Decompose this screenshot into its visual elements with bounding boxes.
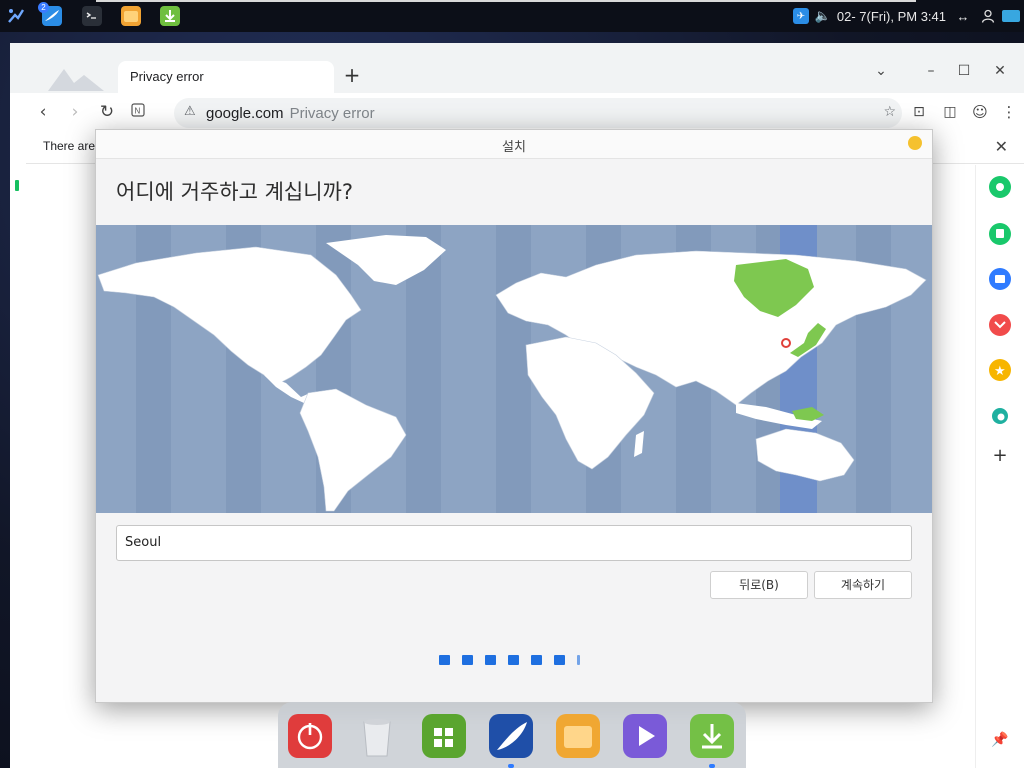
back-button-label: 뒤로(B)	[739, 578, 779, 592]
installer-dialog: 설치 어디에 거주하고 계십니까? Seoul 뒤로(B) 계속하기	[95, 129, 933, 703]
sidebar-edge-icon[interactable]	[989, 405, 1011, 427]
selected-location-marker[interactable]	[781, 338, 791, 348]
user-icon[interactable]	[980, 8, 996, 24]
system-tray: ✈ 🔈 02- 7(Fri), PM 3:41 ↔	[792, 0, 1024, 32]
clock[interactable]: 02- 7(Fri), PM 3:41	[837, 9, 946, 24]
sidebar-notes-icon[interactable]	[989, 223, 1011, 245]
page-heading: 어디에 거주하고 계십니까?	[116, 180, 354, 204]
sidebar-add-icon[interactable]: +	[989, 445, 1011, 467]
step-dot	[462, 655, 473, 665]
island-madagascar	[634, 431, 644, 457]
page-marker	[15, 180, 19, 191]
sidebar-record-icon[interactable]	[989, 176, 1011, 198]
sidebar-toggle-icon[interactable]: ◫	[939, 101, 961, 123]
continue-button-label: 계속하기	[840, 578, 886, 592]
pin-icon[interactable]: 📌	[989, 729, 1011, 751]
address-bar[interactable]: ⚠ google.com Privacy error ☆	[174, 98, 902, 128]
tab-strip: Privacy error + ⌄ – ☐ ✕	[10, 43, 1024, 95]
back-button[interactable]: 뒤로(B)	[710, 571, 808, 599]
bird-logo-icon	[48, 69, 104, 91]
svg-text:★: ★	[994, 364, 1006, 379]
step-dot	[531, 655, 542, 665]
power-icon[interactable]	[288, 714, 332, 758]
dialog-status-dot[interactable]	[908, 136, 922, 150]
browser-sidebar: ★ + 📌	[975, 165, 1024, 768]
dock	[278, 702, 746, 768]
reload-icon[interactable]: ↻	[96, 101, 118, 123]
close-icon[interactable]: ✕	[995, 137, 1008, 156]
continent-south-america	[299, 388, 407, 512]
continue-button[interactable]: 계속하기	[814, 571, 912, 599]
top-panel: 2 ✈ 🔈 02- 7(Fri), PM 3:41 ↔	[0, 0, 1024, 32]
back-arrow-icon[interactable]: ‹	[32, 101, 54, 123]
timezone-map[interactable]	[96, 225, 932, 513]
tab-title: Privacy error	[130, 69, 204, 84]
volume-icon[interactable]: 🔈	[815, 8, 831, 24]
file-manager-icon[interactable]	[556, 714, 600, 758]
tab-search-icon[interactable]: ⌄	[871, 61, 891, 81]
new-tab-button[interactable]: +	[342, 65, 362, 85]
file-manager-icon[interactable]	[121, 6, 141, 26]
close-window-button[interactable]: ✕	[990, 61, 1010, 81]
timezone-field[interactable]	[117, 526, 913, 558]
network-icon[interactable]: ✈	[792, 8, 809, 24]
sidebar-favorites-icon[interactable]: ★	[989, 359, 1011, 381]
browser-icon[interactable]	[489, 714, 533, 758]
url-host: google.com	[206, 105, 284, 122]
forward-arrow-icon[interactable]: ›	[64, 101, 86, 123]
url-status: Privacy error	[289, 105, 375, 122]
maximize-button[interactable]: ☐	[954, 61, 974, 81]
dialog-titlebar: 설치	[96, 130, 932, 159]
info-bar-text: There are	[43, 139, 96, 153]
menu-icon[interactable]: ⋮	[998, 101, 1020, 123]
step-indicator	[439, 655, 580, 665]
tab-privacy-error[interactable]: Privacy error	[118, 61, 334, 95]
running-indicator	[508, 764, 514, 768]
screenshot-icon[interactable]: ⊡	[908, 101, 930, 123]
video-player-icon[interactable]	[623, 714, 667, 758]
installer-icon[interactable]	[690, 714, 734, 758]
warning-icon[interactable]: ⚠	[184, 104, 196, 119]
running-indicator	[709, 764, 715, 768]
sidebar-pocket-icon[interactable]	[989, 314, 1011, 336]
step-dot	[439, 655, 450, 665]
trash-icon[interactable]	[355, 714, 399, 758]
installer-icon[interactable]	[160, 6, 180, 26]
desktop-icon[interactable]	[1002, 10, 1020, 22]
resize-icon[interactable]: ↔	[952, 8, 974, 24]
satellite-app-icon[interactable]	[6, 6, 26, 26]
app-store-icon[interactable]	[422, 714, 466, 758]
svg-text:N: N	[135, 107, 141, 116]
minimize-button[interactable]: –	[921, 61, 941, 81]
bookmark-star-icon[interactable]: ☆	[883, 104, 896, 120]
navigation-bar: ‹ › ↻ N ⚠ google.com Privacy error ☆ ⊡ ◫ …	[26, 95, 1024, 131]
profile-icon[interactable]: ☺	[969, 101, 991, 123]
sidebar-wallet-icon[interactable]	[989, 268, 1011, 290]
reader-mode-icon[interactable]: N	[127, 101, 149, 123]
timezone-input[interactable]	[116, 525, 913, 561]
step-dot	[577, 655, 580, 665]
terminal-icon[interactable]	[82, 6, 102, 26]
dialog-title: 설치	[502, 140, 526, 155]
step-dot	[485, 655, 496, 665]
step-dot	[508, 655, 519, 665]
notification-badge: 2	[38, 2, 49, 13]
step-dot	[554, 655, 565, 665]
